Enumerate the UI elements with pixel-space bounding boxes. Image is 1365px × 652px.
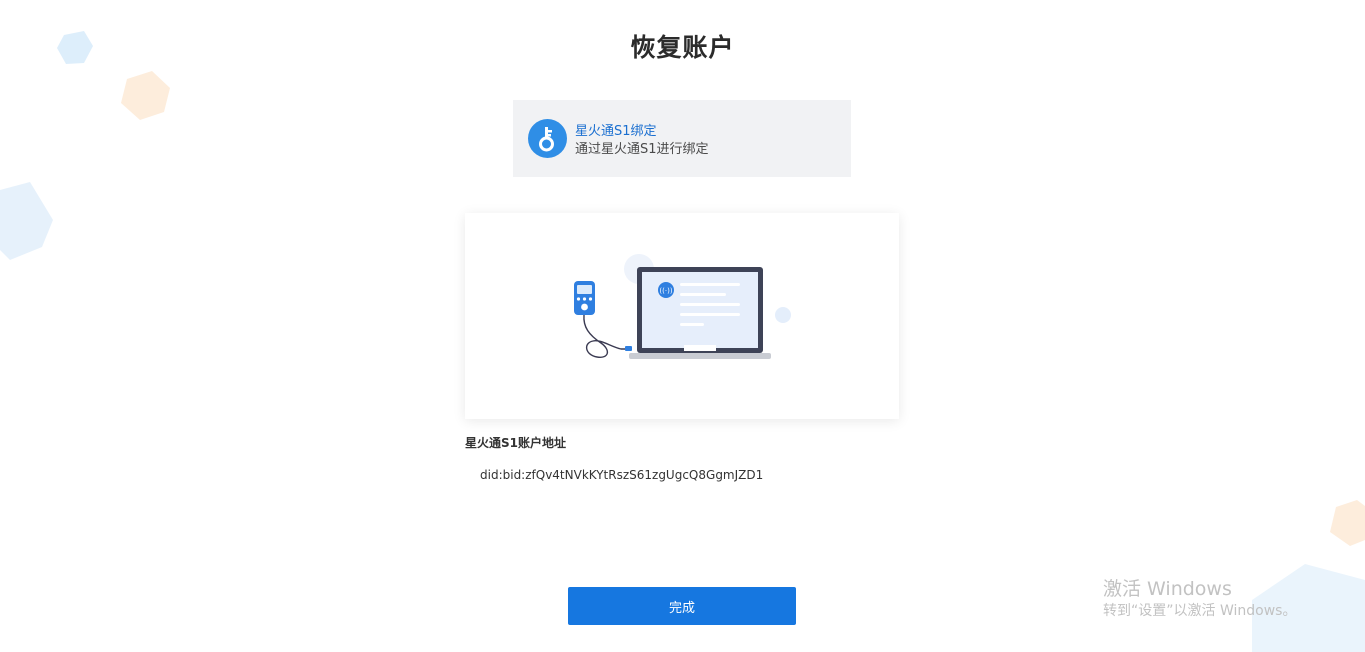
recover-account-page: 恢复账户 星火通S1绑定 通过星火通S1进行绑定 ((·)) 星火通S1账户地址… (0, 0, 1365, 652)
decor-hexagon-orange-right (1330, 500, 1365, 546)
bind-method-card[interactable]: 星火通S1绑定 通过星火通S1进行绑定 (513, 100, 851, 177)
decor-hexagon-blue-large (0, 182, 53, 260)
page-title: 恢复账户 (630, 33, 735, 62)
bind-method-description: 通过星火通S1进行绑定 (575, 142, 709, 157)
decor-circle (775, 307, 791, 323)
decor-hexagon-orange (121, 71, 170, 120)
svg-text:((·)): ((·)) (659, 287, 672, 295)
hardware-wallet-icon (574, 281, 595, 315)
usb-plug (625, 346, 632, 351)
device-illustration-card: ((·)) (465, 213, 899, 419)
windows-activation-subtitle: 转到“设置”以激活 Windows。 (1103, 603, 1297, 619)
device-illustration: ((·)) (574, 254, 791, 359)
laptop-icon: ((·)) (629, 267, 771, 359)
account-address-label: 星火通S1账户地址 (465, 436, 566, 450)
usb-cable (583, 314, 627, 358)
account-address-value: did:bid:zfQv4tNVkKYtRszS61zgUgcQ8GgmJZD1 (480, 468, 764, 482)
windows-activation-title: 激活 Windows (1103, 578, 1232, 600)
bind-method-title: 星火通S1绑定 (575, 124, 657, 139)
usb-key-icon (528, 119, 567, 158)
done-button[interactable]: 完成 (568, 587, 796, 625)
